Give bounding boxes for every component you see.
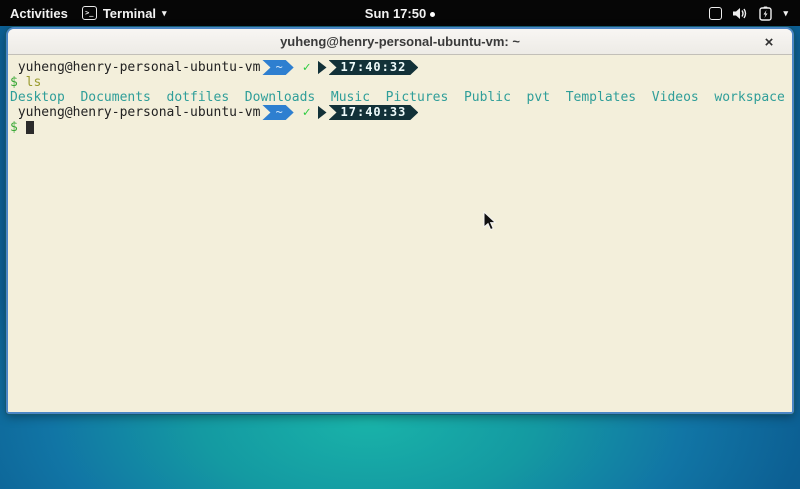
system-chevron-down-icon: ▾ xyxy=(783,8,788,19)
prompt-dollar: $ xyxy=(10,120,18,135)
prompt-time-badge: 17:40:33 xyxy=(329,105,419,120)
prompt-line-2: yuheng@henry-personal-ubuntu-vm ~ ✓ 17:4… xyxy=(10,105,790,120)
volume-icon xyxy=(733,7,748,20)
chevron-down-icon: ▾ xyxy=(162,8,167,19)
window-title: yuheng@henry-personal-ubuntu-vm: ~ xyxy=(280,34,520,49)
top-bar: Activities >_ Terminal ▾ Sun 17:50 ▾ xyxy=(0,0,800,26)
powerline-separator-icon xyxy=(318,61,327,75)
space xyxy=(18,75,26,90)
window-titlebar[interactable]: yuheng@henry-personal-ubuntu-vm: ~ × xyxy=(8,29,792,55)
clock-button[interactable]: Sun 17:50 xyxy=(365,6,435,21)
prompt-time-badge: 17:40:32 xyxy=(329,60,419,75)
prompt-dollar: $ xyxy=(10,75,18,90)
text-cursor xyxy=(26,121,34,134)
notification-dot-icon xyxy=(430,12,435,17)
input-line: $ xyxy=(10,120,790,135)
system-status-area[interactable]: ▾ xyxy=(709,6,800,21)
prompt-path-segment: ~ xyxy=(262,105,293,120)
status-check-icon: ✓ xyxy=(303,60,311,75)
display-icon xyxy=(709,7,722,20)
app-menu-terminal[interactable]: >_ Terminal ▾ xyxy=(82,6,167,21)
terminal-app-icon: >_ xyxy=(82,6,97,20)
status-check-icon: ✓ xyxy=(303,105,311,120)
terminal-window: yuheng@henry-personal-ubuntu-vm: ~ × yuh… xyxy=(6,27,794,414)
command-line: $ ls xyxy=(10,75,790,90)
app-menu-label: Terminal xyxy=(103,6,156,21)
prompt-line-1: yuheng@henry-personal-ubuntu-vm ~ ✓ 17:4… xyxy=(10,60,790,75)
prompt-user: yuheng@henry-personal-ubuntu-vm xyxy=(10,60,260,75)
clock-label: Sun 17:50 xyxy=(365,6,426,21)
terminal-content[interactable]: yuheng@henry-personal-ubuntu-vm ~ ✓ 17:4… xyxy=(8,55,792,412)
close-button[interactable]: × xyxy=(758,31,780,53)
ls-output-line: Desktop Documents dotfiles Downloads Mus… xyxy=(10,90,790,105)
activities-button[interactable]: Activities xyxy=(10,6,68,21)
prompt-path-segment: ~ xyxy=(262,60,293,75)
command-text: ls xyxy=(26,75,42,90)
powerline-separator-icon xyxy=(318,106,327,120)
battery-charging-icon xyxy=(759,6,772,21)
prompt-user: yuheng@henry-personal-ubuntu-vm xyxy=(10,105,260,120)
